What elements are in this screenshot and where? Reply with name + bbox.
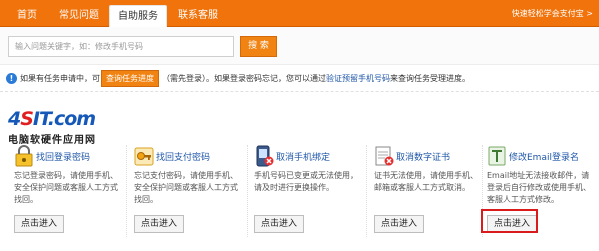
search-button[interactable]: 搜 索 (240, 36, 277, 57)
logo-main: 4SIT.com (8, 108, 96, 130)
card-title[interactable]: 找回支付密码 (156, 150, 210, 163)
search-bar: 输入问题关键字，如：修改手机号码 搜 索 (0, 27, 599, 65)
logo-accent-letter: S (20, 108, 34, 130)
tab-contact[interactable]: 联系客服 (172, 5, 224, 27)
enter-button[interactable]: 点击进入 (374, 215, 424, 233)
card-desc: Email地址无法接收邮件，请登录后自行修改或使用手机、客服人工方式修改。 (487, 171, 591, 204)
divider (247, 145, 248, 237)
query-progress-button[interactable]: 查询任务进度 (101, 70, 159, 87)
info-middle: （需先登录）。如果登录密码忘记，您可以通过验证预留手机号码来查询任务受理进度。 (162, 73, 470, 84)
card-unbind-phone: 取消手机绑定 手机号码已变更或无法使用，请及时进行更换操作。 点击进入 (254, 145, 364, 239)
card-desc: 手机号码已变更或无法使用，请及时进行更换操作。 (254, 171, 358, 192)
card-title[interactable]: 取消数字证书 (396, 150, 450, 163)
highlight-box (481, 209, 538, 233)
tab-self-service[interactable]: 自助服务 (109, 5, 167, 27)
key-icon (134, 147, 154, 166)
tab-faq[interactable]: 常见问题 (54, 5, 104, 27)
search-input[interactable]: 输入问题关键字，如：修改手机号码 (8, 36, 234, 57)
card-desc: 证书无法使用，请使用手机、邮箱或客服人工方式取消。 (374, 171, 478, 192)
enter-button[interactable]: 点击进入 (254, 215, 304, 233)
card-desc: 忘记支付密码，请使用手机、安全保护问题或客服人工方式找回。 (134, 171, 238, 204)
lock-icon (15, 145, 33, 167)
email-icon (488, 146, 506, 166)
card-desc: 忘记登录密码，请使用手机、安全保护问题或客服人工方式找回。 (14, 171, 118, 204)
card-title[interactable]: 修改Email登录名 (509, 150, 579, 163)
card-title[interactable]: 取消手机绑定 (276, 150, 330, 163)
card-cancel-certificate: 取消数字证书 证书无法使用，请使用手机、邮箱或客服人工方式取消。 点击进入 (374, 145, 484, 239)
tab-home[interactable]: 首页 (10, 5, 44, 27)
site-logo: 4SIT.com 电脑软硬件应用网 (8, 108, 120, 146)
card-title[interactable]: 找回登录密码 (36, 150, 90, 163)
card-recover-pay-password: 找回支付密码 忘记支付密码，请使用手机、安全保护问题或客服人工方式找回。 点击进… (134, 145, 244, 239)
info-prefix: 如果有任务申请中，可 (20, 74, 100, 83)
phone-icon (256, 145, 274, 167)
quick-learn-link[interactable]: 快速轻松学会支付宝 > (512, 8, 593, 19)
info-middle-text: （需先登录）。如果登录密码忘记，您可以通过 (162, 74, 326, 83)
enter-button[interactable]: 点击进入 (14, 215, 64, 233)
certificate-icon (375, 146, 394, 166)
divider (126, 145, 127, 237)
top-nav: 首页 常见问题 自助服务 联系客服 快速轻松学会支付宝 > (0, 0, 599, 27)
verify-phone-link[interactable]: 验证预留手机号码 (326, 74, 390, 83)
info-icon: ! (6, 73, 17, 84)
task-info-bar: ! 如果有任务申请中，可 查询任务进度 （需先登录）。如果登录密码忘记，您可以通… (0, 66, 599, 92)
enter-button[interactable]: 点击进入 (134, 215, 184, 233)
card-recover-login-password: 找回登录密码 忘记登录密码，请使用手机、安全保护问题或客服人工方式找回。 点击进… (14, 145, 124, 239)
divider (366, 145, 367, 237)
info-suffix: 来查询任务受理进度。 (390, 74, 470, 83)
logo-sub: 电脑软硬件应用网 (8, 135, 96, 146)
